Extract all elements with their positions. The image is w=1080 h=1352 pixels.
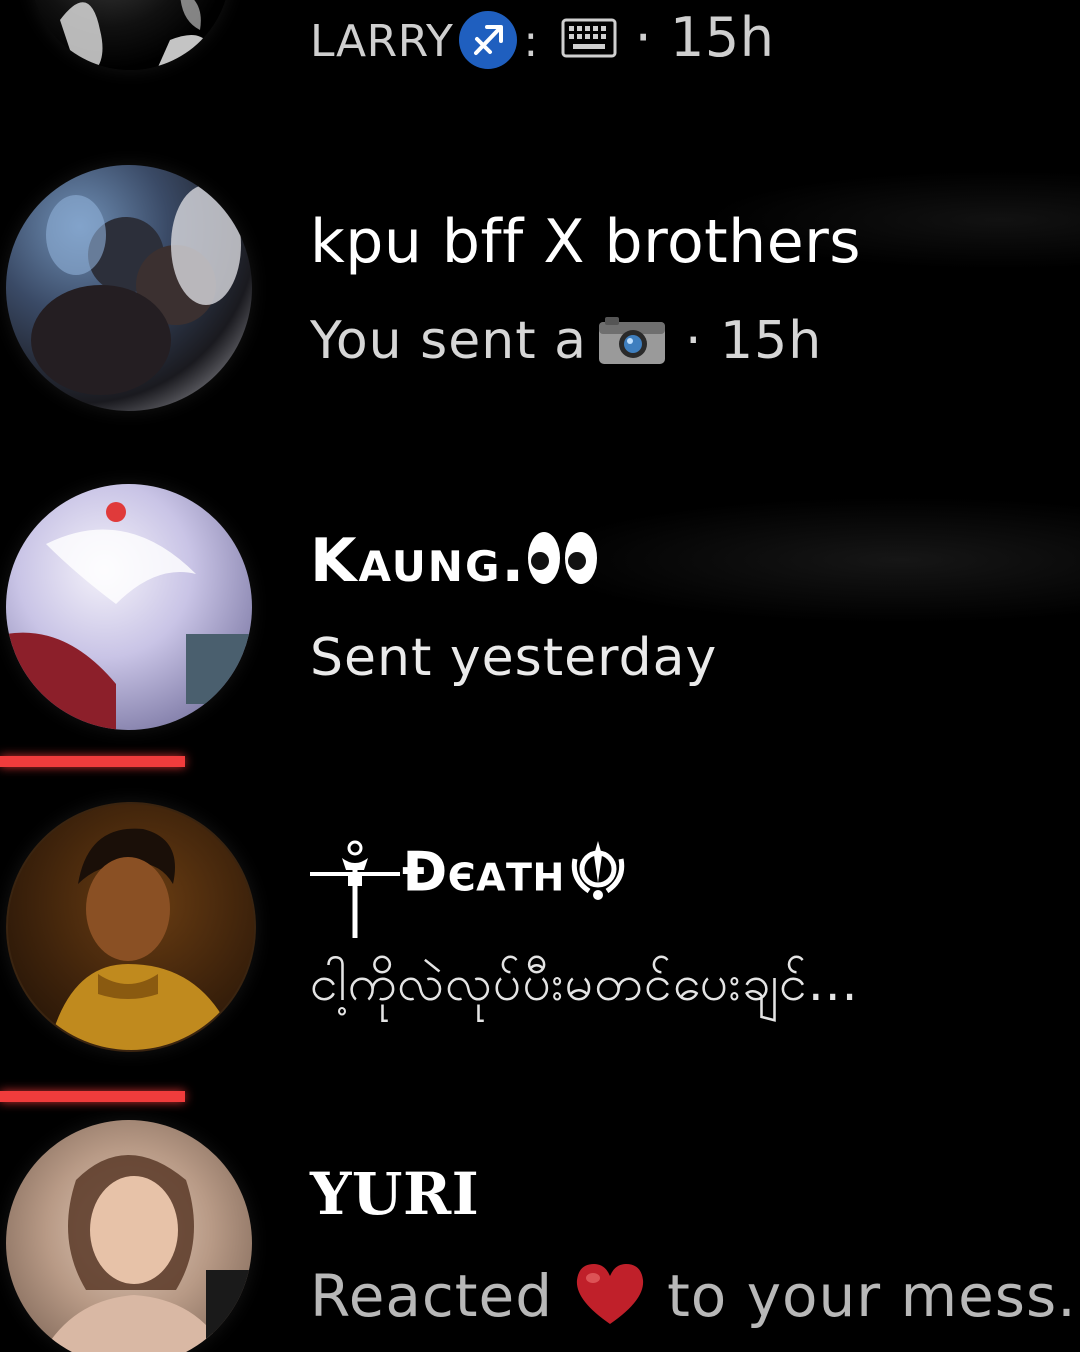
timestamp: · 15h bbox=[684, 311, 823, 371]
conversation-name: kpu bff X brothers bbox=[310, 207, 862, 277]
avatar-image bbox=[43, 1155, 252, 1352]
keyboard-icon bbox=[561, 18, 617, 58]
conversation-row-kpu-bff[interactable]: kpu bff X brothers You sent a · 15h bbox=[0, 165, 1080, 445]
unread-indicator bbox=[0, 756, 185, 767]
message-preview: ငါ့ကိုလဲလုပ်ပီးမတင်ပေးချင်... bbox=[310, 954, 859, 1012]
conversation-name: LARRY : · 15h bbox=[310, 6, 775, 69]
message-preview: You sent a · 15h bbox=[310, 311, 823, 371]
conversation-row-death[interactable]: Đєαтн ငါ့ကိုလဲလုပ်ပီးမတင်ပေးချင်... bbox=[0, 802, 1080, 1082]
avatar-image bbox=[48, 828, 238, 1050]
conversation-name: Kaung. bbox=[310, 526, 600, 596]
conversation-name: YURI bbox=[310, 1160, 480, 1228]
message-preview: Reacted to your mess... bbox=[310, 1262, 1080, 1330]
unread-indicator bbox=[0, 1091, 185, 1102]
khanda-icon bbox=[569, 839, 627, 901]
conversation-row-kaung[interactable]: Kaung. Sent yesterday bbox=[0, 484, 1080, 764]
avatar-image bbox=[31, 185, 241, 395]
avatar[interactable] bbox=[6, 165, 252, 411]
avatar[interactable] bbox=[6, 484, 252, 730]
sagittarius-icon bbox=[459, 11, 518, 69]
avatar[interactable] bbox=[30, 0, 230, 70]
conversation-row-yuri[interactable]: YURI Reacted to your mess... bbox=[0, 1120, 1080, 1352]
timestamp: · 15h bbox=[634, 6, 775, 69]
camera-icon bbox=[597, 314, 667, 366]
avatar[interactable] bbox=[6, 802, 256, 1052]
eyes-icon bbox=[526, 529, 600, 587]
separator: : bbox=[523, 16, 539, 67]
conversation-row-larry[interactable]: LARRY : · 15h bbox=[0, 0, 1080, 150]
avatar[interactable] bbox=[6, 1120, 252, 1352]
conversation-name: Đєαтн bbox=[310, 826, 627, 938]
messages-screen: LARRY : · 15h kpu bff X brothers You sen… bbox=[0, 0, 1080, 1352]
message-preview: Sent yesterday bbox=[310, 628, 718, 688]
avatar-image bbox=[6, 502, 252, 730]
heart-icon bbox=[573, 1262, 647, 1326]
dagger-symbol-icon bbox=[310, 840, 400, 940]
avatar-image bbox=[60, 0, 212, 70]
